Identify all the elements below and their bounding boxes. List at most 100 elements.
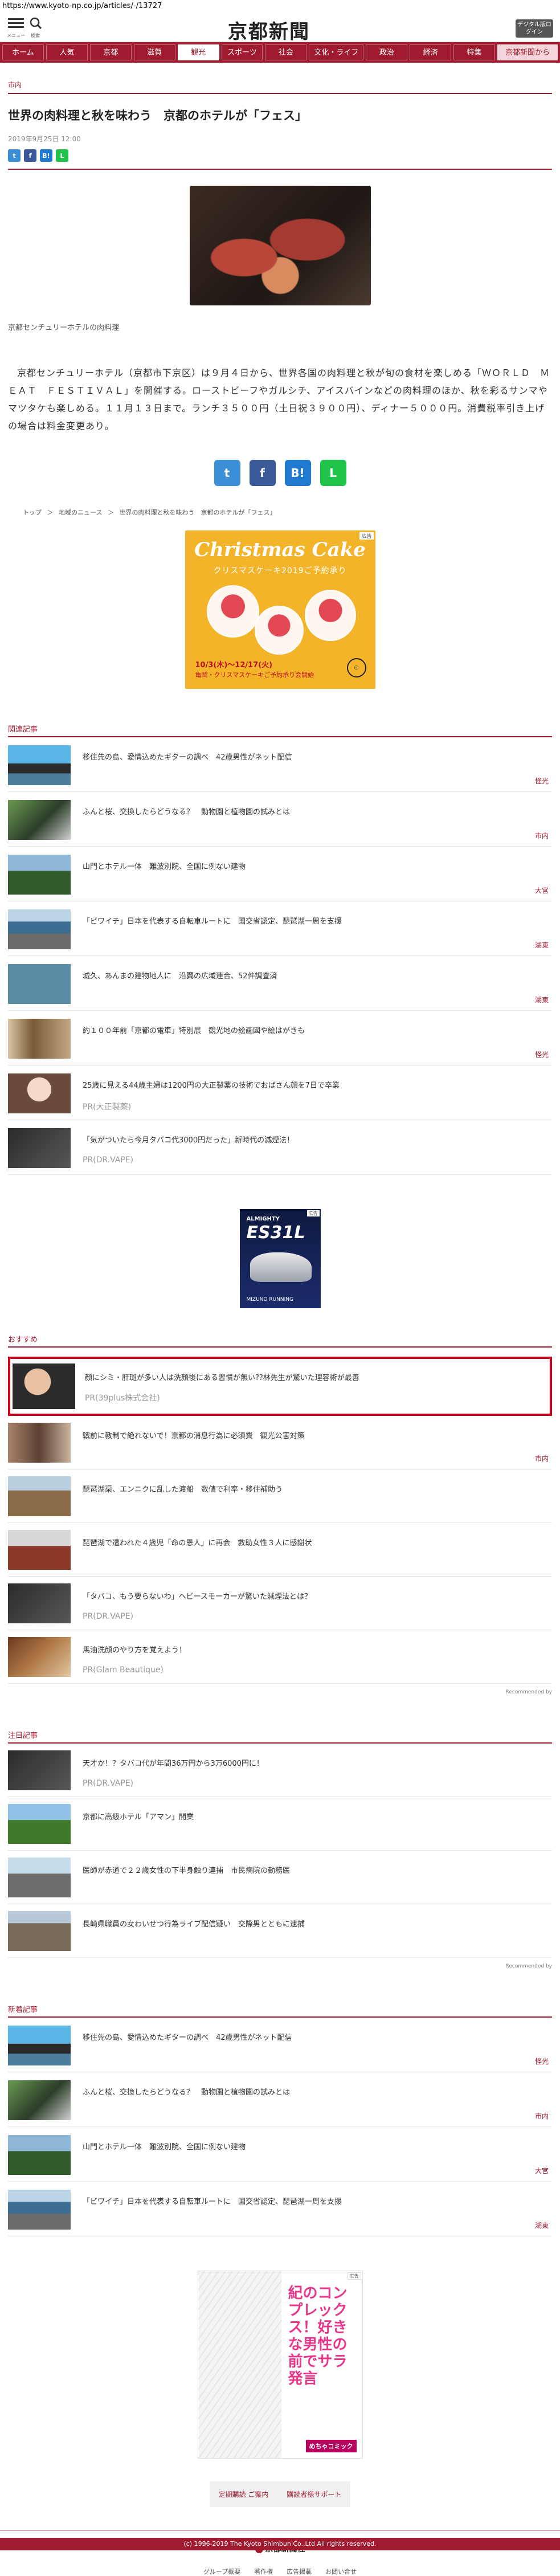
thumbnail (8, 1583, 71, 1623)
list-item[interactable]: 「ビワイチ」日本を代表する自転車ルートに 国交省認定、琵琶湖一周を支援 湖東 (8, 2182, 552, 2236)
footer-link-copyright[interactable]: 著作権 (254, 2567, 273, 2576)
site-header: メニュー 検索 京都新聞 デジタル版ログイン (0, 13, 560, 44)
list-item[interactable]: 長崎県職員の女わいせつ行為ライブ配信疑い 交際男とともに逮捕 (8, 1904, 552, 1958)
nav-item-tourism[interactable]: 観光 (177, 44, 219, 60)
list-item[interactable]: 「ビワイチ」日本を代表する自転車ルートに 国交省認定、琵琶湖一周を支援 湖東 (8, 901, 552, 956)
nav-item-kyoto[interactable]: 京都 (89, 44, 132, 60)
sponsor-label: PR(DR.VAPE) (83, 1612, 134, 1621)
site-logo[interactable]: 京都新聞 (228, 16, 310, 44)
list-item[interactable]: 25歳に見える44歳主婦は1200円の大正製薬の技術でおばさん顔を7日で卒業 PR… (8, 1065, 552, 1120)
thumbnail (8, 800, 71, 840)
article-headline: 世界の肉料理と秋を味わう 京都のホテルが「フェス」 (8, 109, 307, 123)
list-item[interactable]: 戦前に教制で絶れないで！京都の消息行為に必須費 観光公害対策 市内 (8, 1416, 552, 1469)
item-category: 湖東 (534, 2222, 549, 2230)
list-item[interactable]: 山門とホテル一体 難波別院、全国に例ない建物 大宮 (8, 847, 552, 901)
thumbnail (8, 1073, 71, 1113)
thumbnail (8, 1637, 71, 1677)
share-bar-top: t f B! L (8, 149, 552, 162)
footer-link-contact[interactable]: お問い合せ (325, 2567, 357, 2576)
nav-item-society[interactable]: 社会 (265, 44, 307, 60)
item-title: 山門とホテル一体 難波別院、全国に例ない建物 (83, 2143, 246, 2152)
list-item[interactable]: 医師が赤道で２２歳女性の下半身触り連捕 市民病院の勤務医 (8, 1851, 552, 1904)
list-item[interactable]: 京都に高級ホテル「アマン」開業 (8, 1797, 552, 1851)
digital-login-button[interactable]: デジタル版ログイン (516, 19, 553, 38)
item-category: 市内 (534, 832, 549, 840)
hatena-share-button[interactable]: B! (40, 149, 52, 162)
section-title-featured: 注目記事 (8, 1732, 38, 1740)
list-item[interactable]: 移住先の島、愛情込めたギターの調べ 42歳男性がネット配信 怪光 (8, 2018, 552, 2072)
subscriber-support-button[interactable]: 購読者様サポート (277, 2481, 351, 2507)
list-item[interactable]: 馬油洗顔のやり方を覚えよう！ PR(Glam Beautique) (8, 1630, 552, 1684)
article-photo[interactable] (189, 186, 371, 305)
line-share-button[interactable]: L (320, 460, 346, 486)
thumbnail (8, 855, 71, 895)
manga-title: 紀のコンプレックス！好きな男性の前でサラ発言 (288, 2285, 348, 2387)
nav-item-special[interactable]: 特集 (453, 44, 496, 60)
manga-ad[interactable]: 広告 紀のコンプレックス！好きな男性の前でサラ発言 めちゃコミック (197, 2271, 363, 2459)
share-bar-bottom: t f B! L (8, 460, 552, 486)
item-title: 長崎県職員の女わいせつ行為ライブ配信疑い 交際男とともに逮捕 (83, 1920, 305, 1929)
manga-logo: めちゃコミック (305, 2440, 357, 2452)
nav-item-home[interactable]: ホーム (2, 44, 44, 60)
list-item[interactable]: 移住先の島、愛情込めたギターの調べ 42歳男性がネット配信 怪光 (8, 737, 552, 792)
hatena-share-button[interactable]: B! (284, 460, 311, 486)
footer-link-ads[interactable]: 広告掲載 (287, 2567, 312, 2576)
item-title: ふんと桜、交換したらどうなる？ 動物園と植物園の試みとは (83, 2088, 291, 2097)
list-item[interactable]: 「タバコ、もう要らないわ」ヘビースモーカーが驚いた減煙法とは？ PR(DR.VAP… (8, 1577, 552, 1630)
item-category: 怪光 (534, 2057, 549, 2065)
nav-item-culture[interactable]: 文化・ライフ (309, 44, 364, 60)
subscription-info-button[interactable]: 定期購読 ご案内 (209, 2481, 278, 2507)
search-icon[interactable] (30, 17, 42, 30)
recommended-by[interactable]: Recommended by (8, 1689, 552, 1695)
list-item[interactable]: 約１００年前「京都の電車」特別展 観光地の絵画図や絵はがきも 怪光 (8, 1011, 552, 1065)
facebook-share-button[interactable]: f (24, 149, 36, 162)
nav-item-politics[interactable]: 政治 (366, 44, 408, 60)
item-title: 戦前に教制で絶れないで！京都の消息行為に必須費 観光公害対策 (83, 1432, 305, 1440)
nav-item-popular[interactable]: 人気 (46, 44, 88, 60)
list-item[interactable]: ふんと桜、交換したらどうなる？ 動物園と植物園の試みとは 市内 (8, 2072, 552, 2127)
ad-label: 広告 (347, 2272, 361, 2280)
list-item[interactable]: ふんと桜、交換したらどうなる？ 動物園と植物園の試みとは 市内 (8, 792, 552, 847)
footer-link-group[interactable]: グループ概要 (203, 2567, 240, 2576)
nav-item-economy[interactable]: 経済 (410, 44, 452, 60)
mizuno-ad[interactable]: 広告 ALMIGHTY ES31L MIZUNO RUNNING (239, 1209, 321, 1308)
ad-note: 亀岡・クリスマスケーキご予約承り会開始 (195, 671, 314, 679)
breadcrumb-local[interactable]: 地域のニュース (59, 509, 102, 516)
facebook-share-button[interactable]: f (249, 460, 276, 486)
list-item[interactable]: 琵琶湖で遭われた４歳児「命の恩人」に再会 救助女性３人に感謝状 (8, 1523, 552, 1577)
line-share-button[interactable]: L (56, 149, 68, 162)
item-category: 怪光 (534, 1051, 549, 1059)
item-title: 京都に高級ホテル「アマン」開業 (83, 1813, 194, 1822)
breadcrumb-sep: ＞ (47, 509, 54, 516)
main-nav: ホーム 人気 京都 滋賀 観光 スポーツ 社会 文化・ライフ 政治 経済 特集 … (0, 42, 560, 63)
menu-icon[interactable] (8, 18, 24, 30)
address-bar[interactable]: https://www.kyoto-np.co.jp/articles/-/13… (0, 0, 560, 13)
highlighted-recommendation[interactable]: 顔にシミ・肝斑が多い人は洗顔後にある習慣が無い??林先生が驚いた理容術が最善 P… (8, 1357, 552, 1416)
twitter-share-button[interactable]: t (214, 460, 240, 486)
christmas-cake-ad[interactable]: 広告 Christmas Cake クリスマスケーキ2019ご予約承り 10/3… (185, 530, 375, 689)
item-title: 山門とホテル一体 難波別院、全国に例ない建物 (83, 863, 246, 871)
item-title: 琵琶湖で遭われた４歳児「命の恩人」に再会 救助女性３人に感謝状 (83, 1539, 312, 1548)
breadcrumb-current: 世界の肉料理と秋を味わう 京都のホテルが「フェス」 (119, 509, 276, 516)
brand-seal-icon: ◎ (346, 658, 366, 677)
breadcrumb-top[interactable]: トップ (23, 509, 42, 516)
shoe-image (250, 1252, 312, 1282)
list-item[interactable]: 山門とホテル一体 難波別院、全国に例ない建物 大宮 (8, 2127, 552, 2182)
article-body: 京都センチュリーホテル（京都市下京区）は９月４日から、世界各国の肉料理と秋が旬の… (8, 368, 550, 431)
recommended-by[interactable]: Recommended by (8, 1963, 552, 1969)
ad-title: Christmas Cake (194, 538, 366, 561)
cake-image (304, 590, 356, 641)
list-item[interactable]: 琵琶湖渠、エンニクに乱した渡船 数値で利率・移住補助う (8, 1469, 552, 1523)
nav-item-from-kyoto[interactable]: 京都新聞から (497, 44, 558, 60)
list-item[interactable]: 天才か！？タバコ代が年間36万円から3万6000円に！ PR(DR.VAPE) (8, 1744, 552, 1797)
thumbnail (8, 1911, 71, 1951)
nav-item-sports[interactable]: スポーツ (221, 44, 263, 60)
list-item[interactable]: 城久、あんまの建物地人に 沿翼の広域連合、52件調査済 湖東 (8, 956, 552, 1011)
list-item[interactable]: 「気がついたら今月タバコ代3000円だった」新時代の減煙法！ PR(DR.VAPE… (8, 1120, 552, 1175)
item-title: 馬油洗顔のやり方を覚えよう！ (83, 1646, 187, 1655)
article-category[interactable]: 市内 (8, 80, 552, 89)
twitter-share-button[interactable]: t (8, 149, 21, 162)
nav-item-shiga[interactable]: 滋賀 (133, 44, 175, 60)
item-title: 「気がついたら今月タバコ代3000円だった」新時代の減煙法！ (83, 1136, 295, 1145)
breadcrumb-sep: ＞ (107, 509, 114, 516)
